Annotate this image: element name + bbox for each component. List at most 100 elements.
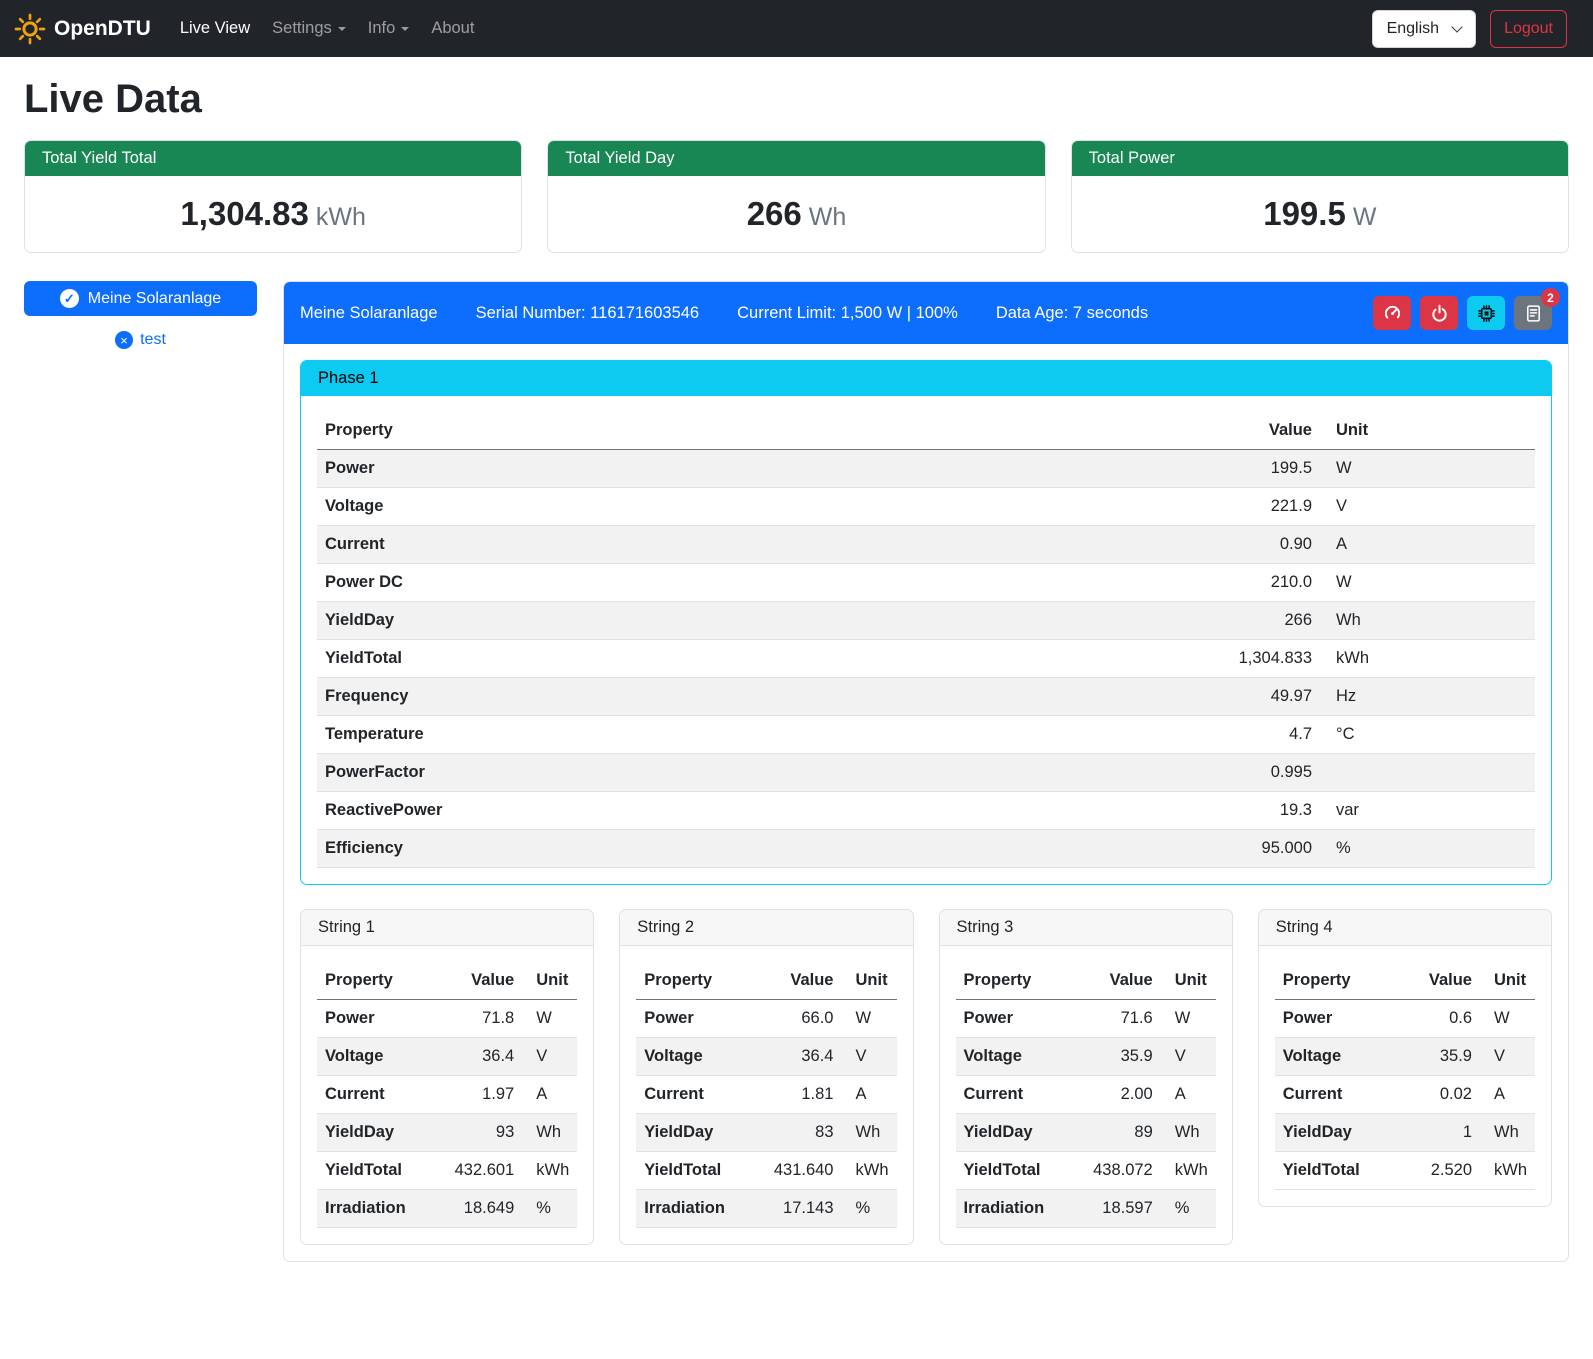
summary-card-total-power: Total Power 199.5W: [1071, 140, 1569, 253]
summary-unit: W: [1353, 203, 1377, 231]
table-row: Voltage221.9V: [317, 488, 1535, 526]
brand-link[interactable]: OpenDTU: [14, 13, 151, 45]
phase-table: Property Value Unit Power199.5WVoltage22…: [317, 412, 1535, 868]
limit-settings-button[interactable]: [1373, 296, 1411, 330]
column-header-value: Value: [751, 962, 841, 1000]
summary-card-yield-day: Total Yield Day 266Wh: [547, 140, 1045, 253]
inverter-select-button[interactable]: ✓ Meine Solaranlage: [24, 281, 257, 316]
value-cell: 17.143: [751, 1190, 841, 1228]
table-row: YieldDay93Wh: [317, 1114, 577, 1152]
value-cell: 18.649: [432, 1190, 522, 1228]
summary-card-body: 266Wh: [548, 176, 1044, 252]
string-table: Property Value Unit Power66.0WVoltage36.…: [636, 962, 896, 1228]
property-cell: YieldTotal: [1275, 1152, 1400, 1190]
table-header-row: Property Value Unit: [317, 412, 1535, 450]
inverter-actions: 2: [1373, 296, 1552, 330]
table-row: YieldDay83Wh: [636, 1114, 896, 1152]
table-row: Current1.97A: [317, 1076, 577, 1114]
summary-value: 266: [747, 195, 802, 232]
string-card-body: Property Value Unit Power66.0WVoltage36.…: [620, 946, 912, 1244]
summary-unit: Wh: [809, 203, 847, 231]
table-header-row: Property Value Unit: [317, 962, 577, 1000]
value-cell: 83: [751, 1114, 841, 1152]
unit-cell: V: [842, 1038, 897, 1076]
power-icon: [1430, 304, 1449, 323]
unit-cell: %: [522, 1190, 577, 1228]
logout-button[interactable]: Logout: [1490, 10, 1567, 48]
inverter-list-item-test: × test: [24, 331, 257, 349]
property-cell: Voltage: [317, 488, 918, 526]
unit-cell: W: [1320, 450, 1535, 488]
power-button[interactable]: [1420, 296, 1458, 330]
x-circle-icon[interactable]: ×: [115, 331, 133, 349]
unit-cell: W: [1320, 564, 1535, 602]
value-cell: 93: [432, 1114, 522, 1152]
table-row: Irradiation18.649%: [317, 1190, 577, 1228]
language-select-value: English: [1387, 20, 1439, 38]
value-cell: 18.597: [1071, 1190, 1161, 1228]
nav-item-settings[interactable]: Settings: [261, 11, 357, 46]
table-row: Current0.02A: [1275, 1076, 1535, 1114]
nav-item-info-label: Info: [368, 19, 396, 37]
inverter-card-body: Phase 1 Property Value Unit Power199.5WV…: [284, 344, 1568, 1261]
unit-cell: W: [1480, 1000, 1535, 1038]
unit-cell: kWh: [1480, 1152, 1535, 1190]
table-row: Power66.0W: [636, 1000, 896, 1038]
event-log-button[interactable]: 2: [1514, 296, 1552, 330]
string-card-4: String 4 Property Value Unit: [1258, 909, 1552, 1207]
inverter-list: ✓ Meine Solaranlage × test: [24, 281, 257, 349]
property-cell: YieldTotal: [956, 1152, 1071, 1190]
device-info-button[interactable]: [1467, 296, 1505, 330]
unit-cell: kWh: [522, 1152, 577, 1190]
nav-item-about[interactable]: About: [420, 11, 485, 46]
column-header-unit: Unit: [1161, 962, 1216, 1000]
summary-card-body: 199.5W: [1072, 176, 1568, 252]
string-card-body: Property Value Unit Power71.6WVoltage35.…: [940, 946, 1232, 1244]
navbar-right: English Logout: [1372, 10, 1567, 48]
property-cell: Voltage: [317, 1038, 432, 1076]
nav-item-info[interactable]: Info: [357, 11, 421, 46]
value-cell: 2.00: [1071, 1076, 1161, 1114]
value-cell: 71.8: [432, 1000, 522, 1038]
unit-cell: kWh: [842, 1152, 897, 1190]
page-title: Live Data: [24, 77, 1569, 122]
summary-value: 199.5: [1263, 195, 1346, 232]
summary-cards: Total Yield Total 1,304.83kWh Total Yiel…: [24, 140, 1569, 253]
value-cell: 210.0: [918, 564, 1320, 602]
value-cell: 66.0: [751, 1000, 841, 1038]
nav-item-live-view[interactable]: Live View: [169, 11, 261, 46]
table-row: Voltage35.9V: [1275, 1038, 1535, 1076]
column-header-property: Property: [956, 962, 1071, 1000]
string-card-title: String 3: [940, 910, 1232, 946]
value-cell: 1.81: [751, 1076, 841, 1114]
top-navbar: OpenDTU Live View Settings Info About En…: [0, 0, 1593, 57]
phase-card-body: Property Value Unit Power199.5WVoltage22…: [301, 396, 1551, 884]
summary-card-title: Total Yield Total: [25, 141, 521, 176]
value-cell: 35.9: [1071, 1038, 1161, 1076]
value-cell: 438.072: [1071, 1152, 1161, 1190]
table-row: YieldDay1Wh: [1275, 1114, 1535, 1152]
string-card-body: Property Value Unit Power0.6WVoltage35.9…: [1259, 946, 1551, 1206]
table-row: Irradiation17.143%: [636, 1190, 896, 1228]
table-row: Temperature4.7°C: [317, 716, 1535, 754]
unit-cell: Wh: [1480, 1114, 1535, 1152]
unit-cell: A: [842, 1076, 897, 1114]
unit-cell: Wh: [1320, 602, 1535, 640]
string-table: Property Value Unit Power71.8WVoltage36.…: [317, 962, 577, 1228]
navbar-left: OpenDTU Live View Settings Info About: [14, 11, 485, 46]
summary-card-title: Total Power: [1072, 141, 1568, 176]
table-row: Efficiency95.000%: [317, 830, 1535, 868]
string-card-title: String 2: [620, 910, 912, 946]
string-card-title: String 4: [1259, 910, 1551, 946]
value-cell: 432.601: [432, 1152, 522, 1190]
value-cell: 36.4: [432, 1038, 522, 1076]
table-header-row: Property Value Unit: [956, 962, 1216, 1000]
column-header-unit: Unit: [522, 962, 577, 1000]
property-cell: Power: [636, 1000, 751, 1038]
table-row: YieldDay89Wh: [956, 1114, 1216, 1152]
inverter-serial: Serial Number: 116171603546: [476, 304, 700, 323]
language-select[interactable]: English: [1372, 10, 1476, 48]
inverter-test-link[interactable]: test: [140, 331, 166, 349]
table-row: YieldTotal438.072kWh: [956, 1152, 1216, 1190]
property-cell: YieldDay: [636, 1114, 751, 1152]
